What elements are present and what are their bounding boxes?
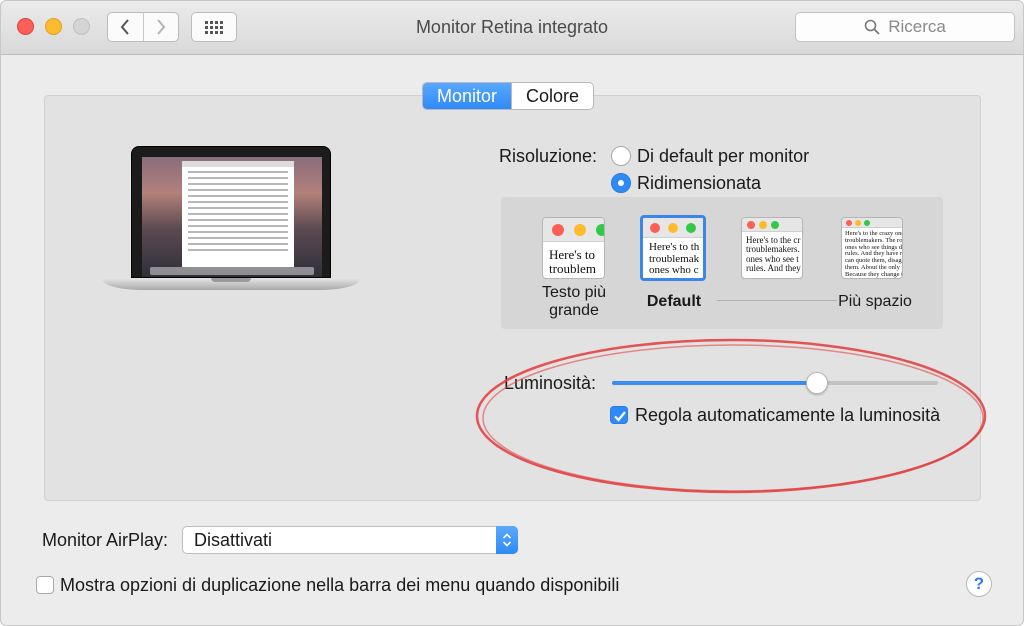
scale-option-larger-text[interactable]: Here's to troublem — [542, 217, 605, 279]
resolution-label: Risoluzione: — [499, 146, 598, 166]
auto-brightness-label[interactable]: Regola automaticamente la luminosità — [635, 405, 940, 426]
scale-divider-line — [717, 300, 837, 301]
brightness-label: Luminosità: — [504, 373, 597, 393]
tab-monitor[interactable]: Monitor — [423, 83, 512, 109]
brightness-slider[interactable] — [612, 372, 938, 394]
airplay-label: Monitor AirPlay: — [42, 530, 169, 550]
forward-button[interactable] — [142, 13, 179, 41]
scale-option-default[interactable]: Here's to th troublemak ones who c — [640, 215, 706, 281]
search-icon — [864, 19, 880, 35]
radio-default-label[interactable]: Di default per monitor — [637, 146, 809, 167]
chevron-left-icon — [120, 19, 130, 35]
scale-label-more-space: Più spazio — [838, 293, 912, 310]
chevron-right-icon — [156, 19, 166, 35]
scale-preview-text: Here's to troublem — [549, 247, 596, 276]
checkmark-icon — [614, 411, 626, 422]
minimize-button[interactable] — [45, 18, 62, 35]
brightness-slider-fill — [612, 381, 818, 385]
tab-colore[interactable]: Colore — [511, 83, 593, 109]
back-button[interactable] — [108, 13, 143, 41]
scale-option-more-space[interactable]: Here's to the crazy one troublemakers. T… — [841, 217, 903, 279]
laptop-screen — [142, 157, 322, 277]
scale-preview-text: Here's to the cr troublemakers. ones who… — [746, 235, 801, 274]
airplay-popup-value: Disattivati — [194, 530, 273, 550]
search-placeholder: Ricerca — [888, 17, 946, 36]
system-preferences-window: Monitor Retina integrato Ricerca Monitor… — [0, 0, 1024, 626]
title-bar: Monitor Retina integrato Ricerca — [1, 1, 1023, 55]
scale-option-medium[interactable]: Here's to the cr troublemakers. ones who… — [741, 217, 803, 279]
auto-brightness-checkbox[interactable] — [610, 406, 628, 424]
scale-label-larger-text: Testo più grande — [541, 284, 607, 319]
help-button[interactable]: ? — [966, 571, 992, 597]
search-field[interactable]: Ricerca — [795, 12, 1015, 42]
scale-preview-text: Here's to th troublemak ones who c — [649, 241, 700, 277]
scale-preview-text: Here's to the crazy one troublemakers. T… — [845, 230, 903, 278]
radio-scaled[interactable] — [611, 173, 631, 193]
updown-arrows-icon — [496, 526, 518, 554]
laptop-dock — [150, 267, 314, 275]
laptop-document — [182, 161, 294, 267]
mirroring-label[interactable]: Mostra opzioni di duplicazione nella bar… — [60, 575, 619, 596]
mirroring-checkbox[interactable] — [36, 576, 54, 594]
laptop-bezel — [131, 146, 331, 278]
scale-label-default: Default — [646, 293, 702, 310]
show-all-button[interactable] — [191, 12, 237, 42]
zoom-button[interactable] — [73, 18, 90, 35]
laptop-notch — [211, 278, 251, 282]
close-button[interactable] — [17, 18, 34, 35]
grid-icon — [205, 21, 223, 34]
airplay-popup[interactable]: Disattivati — [182, 526, 518, 554]
tab-bar: Monitor Colore — [422, 82, 595, 110]
radio-default-for-display[interactable] — [611, 146, 631, 166]
navigation-buttons — [107, 12, 179, 42]
laptop-illustration — [103, 146, 359, 301]
radio-scaled-label[interactable]: Ridimensionata — [637, 173, 761, 194]
